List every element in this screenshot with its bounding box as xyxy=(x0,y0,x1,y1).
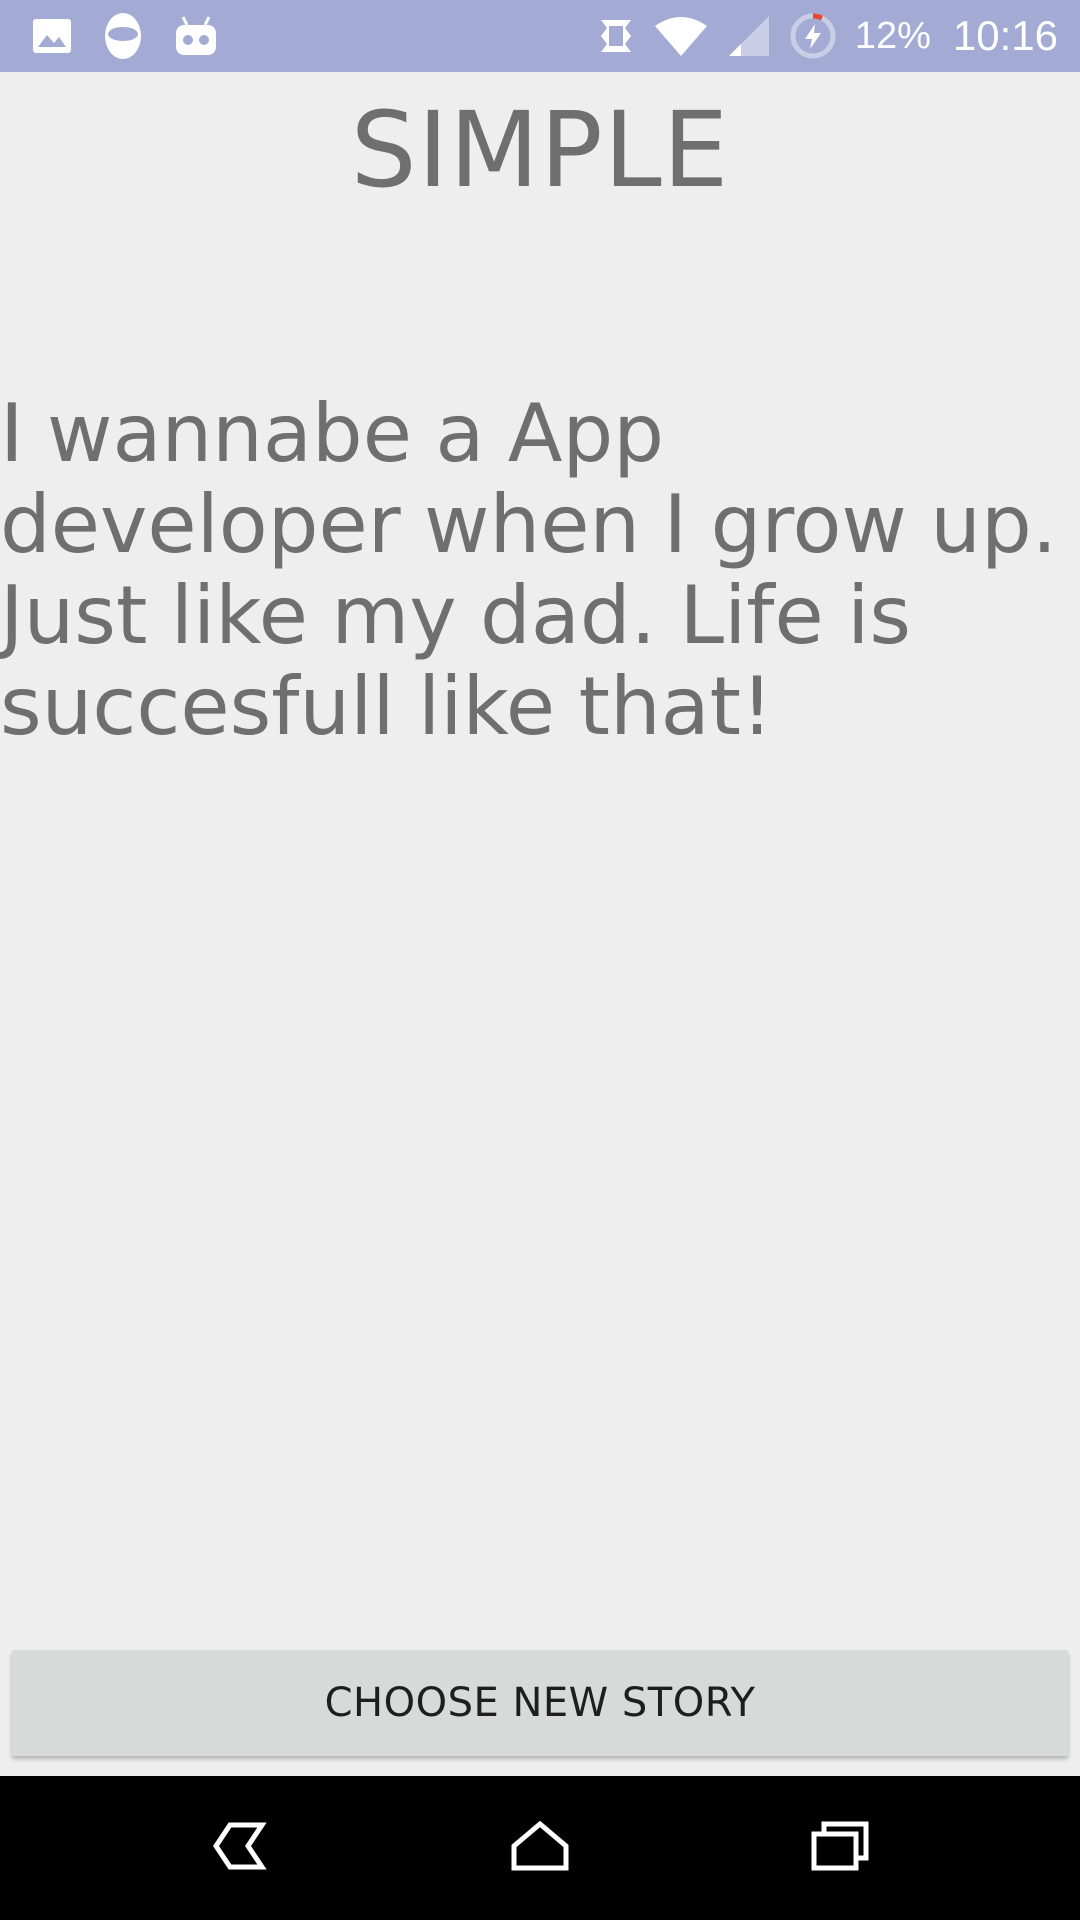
vibrate-icon xyxy=(597,16,635,56)
page-title: SIMPLE xyxy=(350,89,730,211)
app-screen: 12% 10:16 SIMPLE I wannabe a App develop… xyxy=(0,0,1080,1920)
home-icon xyxy=(510,1820,570,1877)
status-clock: 10:16 xyxy=(952,12,1058,59)
choose-new-story-button[interactable]: CHOOSE NEW STORY xyxy=(12,1650,1068,1756)
gallery-icon xyxy=(32,18,72,54)
back-icon xyxy=(210,1821,270,1876)
recents-icon xyxy=(810,1820,870,1877)
battery-percent: 12% xyxy=(854,15,931,57)
status-left-icons xyxy=(32,12,218,60)
status-right-icons: 12% 10:16 xyxy=(597,10,1058,62)
cell-signal-icon xyxy=(727,14,771,58)
status-bar: 12% 10:16 xyxy=(0,0,1080,72)
home-button[interactable] xyxy=(460,1776,620,1920)
navigation-bar xyxy=(0,1776,1080,1920)
back-button[interactable] xyxy=(160,1776,320,1920)
cyanogen-icon xyxy=(104,12,142,60)
recents-button[interactable] xyxy=(760,1776,920,1920)
wifi-icon xyxy=(653,14,709,58)
android-debug-icon xyxy=(174,15,218,57)
story-text: I wannabe a App developer when I grow up… xyxy=(0,387,1058,753)
battery-charging-icon xyxy=(789,12,837,60)
